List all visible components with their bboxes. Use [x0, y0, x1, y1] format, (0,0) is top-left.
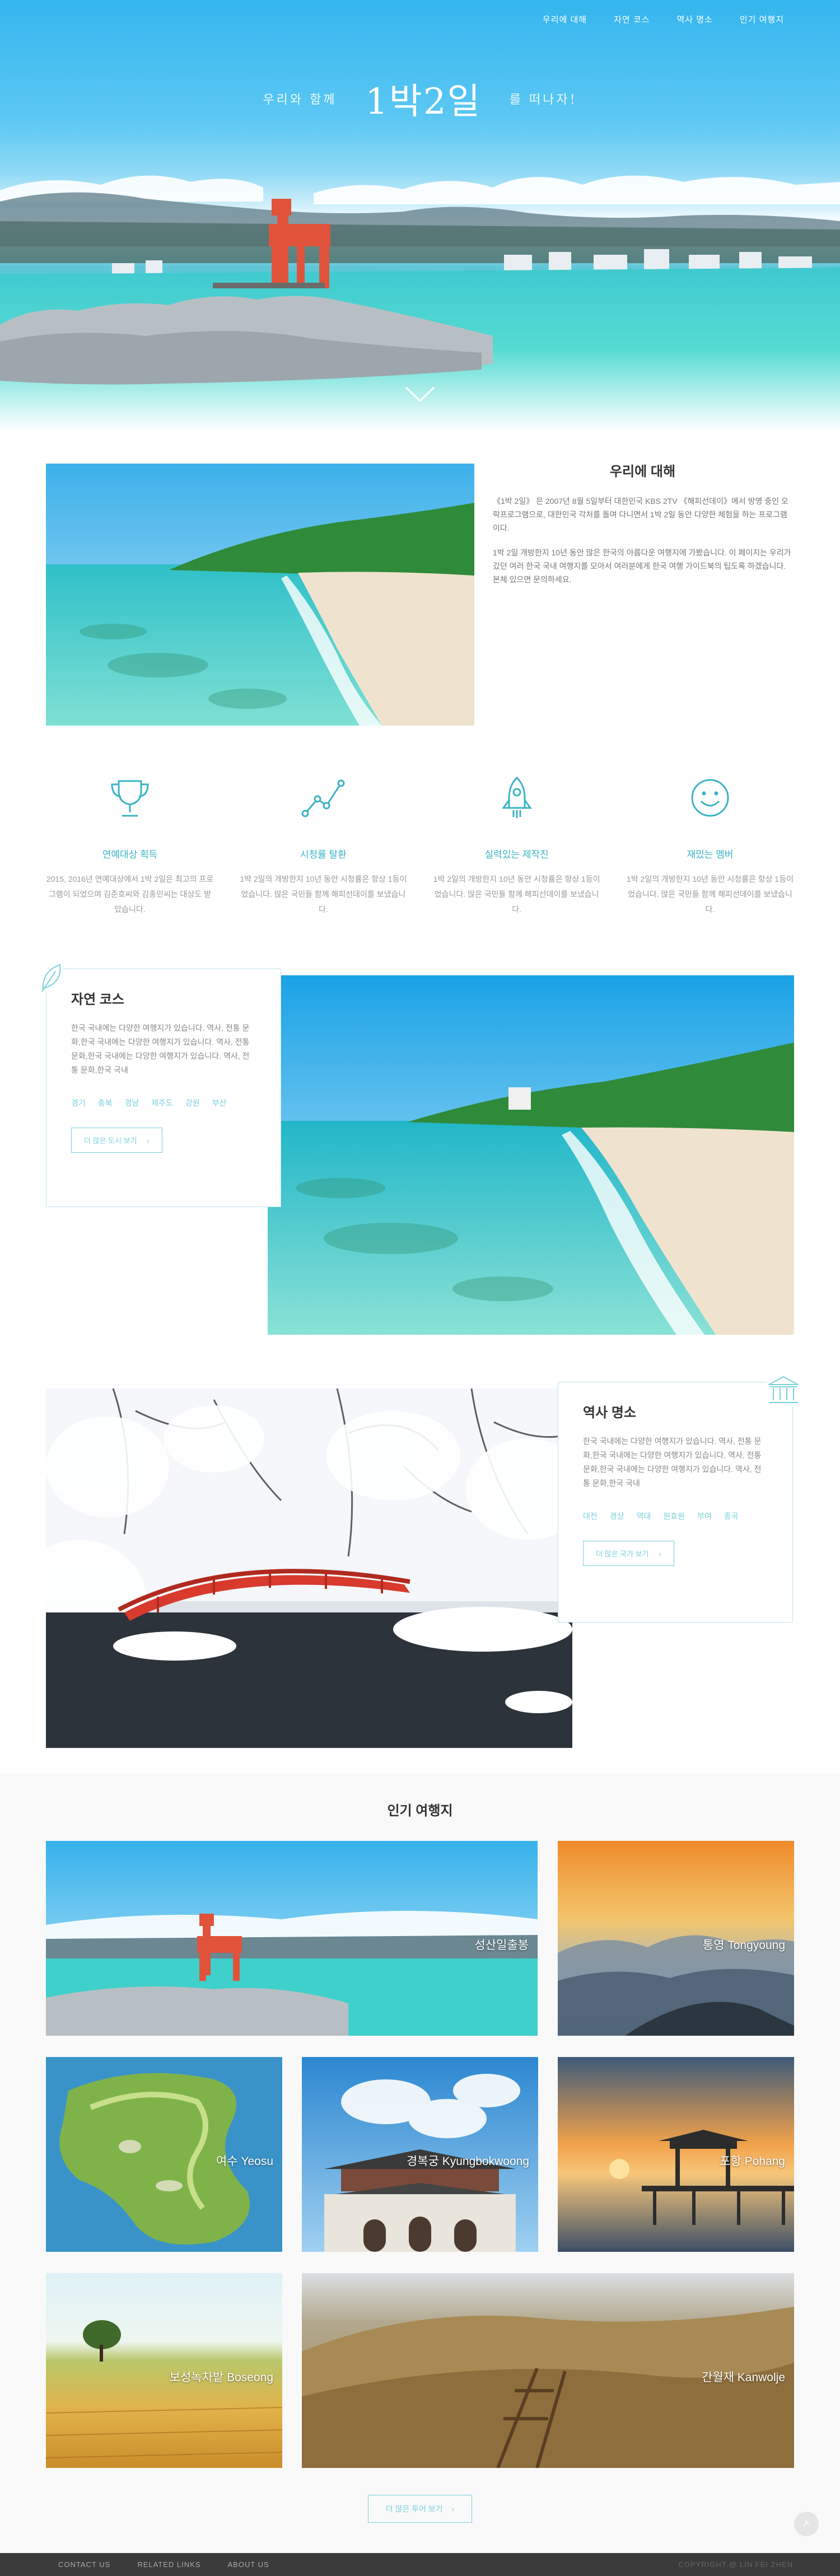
feature-desc: 2015, 2016년 연예대상에서 1박 2일은 최고의 프로그램이 되었으며… [46, 875, 214, 914]
tile-label: 경복궁 Kyungbokwoong [406, 2155, 529, 2168]
feature-award: 연예대상 획득 2015, 2016년 연예대상에서 1박 2일은 최고의 프로… [46, 773, 214, 917]
smiley-icon [691, 779, 729, 817]
feature-desc: 1박 2일의 개방한지 10년 동안 시청률은 항상 1등이었습니다. 많은 국… [433, 875, 600, 914]
hero-pre-text: 우리와 함께 [263, 93, 337, 107]
temple-columns-icon [767, 1375, 800, 1406]
more-cities-button[interactable]: 더 많은 도시 보기 › [71, 1128, 162, 1153]
nature-course-card: 자연 코스 한국 국내에는 다양한 여행지가 있습니다. 역사, 전통 문화,한… [39, 961, 281, 1207]
tag-link[interactable]: 제주도 [151, 1097, 173, 1109]
hero-landscape-image [0, 175, 840, 431]
tile-tongyoung[interactable]: 통영 Tongyoung [558, 1841, 794, 2036]
tag-link[interactable]: 경상 [610, 1511, 624, 1522]
nav-popular[interactable]: 인기 여행지 [740, 13, 784, 25]
about-paragraph-1: 《1박 2일》 은 2007년 8월 5일부터 대한민국 KBS 2TV 《해피… [493, 497, 788, 532]
feature-title: 시청률 탈환 [300, 849, 347, 860]
back-to-top-button[interactable]: ˄ [794, 2512, 819, 2536]
tile-seongsan[interactable]: 성산일출봉 [46, 1841, 538, 2036]
chevron-right-icon: › [659, 1550, 661, 1558]
feature-title: 실력있는 제작진 [484, 849, 549, 860]
tile-label: 보성녹차밭 Boseong [169, 2371, 273, 2384]
history-snow-bridge-photo [46, 1388, 572, 1748]
tag-link[interactable]: 경남 [125, 1097, 139, 1109]
about-paragraph-2: 1박 2일 개방한지 10년 동안 많은 한국의 아름다운 여행지에 가봤습니다… [493, 548, 791, 584]
history-desc: 한국 국내에는 다양한 여행지가 있습니다. 역사, 전통 문화,한국 국내에는… [583, 1437, 762, 1488]
tile-pohang[interactable]: 포항 Pohang [558, 2057, 794, 2252]
tile-label: 통영 Tongyoung [702, 1939, 785, 1952]
tag-link[interactable]: 경기 [71, 1097, 86, 1109]
tag-link[interactable]: 종곡 [724, 1511, 739, 1522]
tile-boseong[interactable]: 보성녹차밭 Boseong [46, 2273, 282, 2468]
trophy-icon [111, 780, 149, 817]
chevron-up-icon: ˄ [803, 2518, 810, 2530]
nature-tags: 경기 충북 경남 제주도 강원 부산 [71, 1097, 256, 1109]
tag-link[interactable]: 충북 [98, 1097, 113, 1109]
tile-yeosu[interactable]: 여수 Yeosu [46, 2057, 282, 2252]
hero-main-title: 1박2일 [365, 81, 482, 123]
tile-label: 포항 Pohang [720, 2155, 785, 2168]
nature-desc: 한국 국내에는 다양한 여행지가 있습니다. 역사, 전통 문화,한국 국내에는… [71, 1023, 250, 1074]
scroll-down-chevron-icon[interactable] [405, 386, 435, 403]
nav-about[interactable]: 우리에 대해 [543, 13, 587, 25]
tile-gyeongbokgung[interactable]: 경복궁 Kyungbokwoong [302, 2057, 538, 2252]
tile-label: 여수 Yeosu [216, 2155, 273, 2168]
tile-label: 성산일출봉 [474, 1939, 529, 1952]
tag-link[interactable]: 원효원 [663, 1511, 685, 1522]
tag-link[interactable]: 부산 [212, 1097, 227, 1109]
top-nav: 우리에 대해 자연 코스 역사 명소 인기 여행지 [543, 13, 784, 25]
hero-post-text: 를 떠나자! [509, 93, 577, 107]
feature-title: 연예대상 획득 [102, 849, 158, 860]
tag-link[interactable]: 역대 [637, 1511, 651, 1522]
more-countries-button[interactable]: 더 많은 국가 보기 › [583, 1541, 674, 1566]
chevron-right-icon: › [451, 2504, 455, 2513]
feature-members: 재밌는 멤버 1박 2일의 개방한지 10년 동안 시청률은 항상 1등이었습니… [626, 773, 794, 917]
rocket-icon [501, 776, 532, 818]
hero-section: 우리에 대해 자연 코스 역사 명소 인기 여행지 우리와 함께 1박2일 를 … [0, 0, 840, 431]
tag-link[interactable]: 부여 [697, 1511, 712, 1522]
feature-ratings: 시청률 탈환 1박 2일의 개방한지 10년 동안 시청률은 항상 1등이었습니… [239, 773, 407, 917]
feature-staff: 실력있는 제작진 1박 2일의 개방한지 10년 동안 시청률은 항상 1등이었… [433, 773, 601, 917]
more-tours-button[interactable]: 더 많은 투어 보기 › [368, 2495, 472, 2523]
feature-desc: 1박 2일의 개방한지 10년 동안 시청률은 항상 1등이었습니다. 많은 국… [240, 875, 407, 914]
chart-line-icon [301, 779, 345, 817]
about-beach-image [46, 464, 474, 726]
about-text-block: 우리에 대해 《1박 2일》 은 2007년 8월 5일부터 대한민국 KBS … [493, 460, 792, 597]
leaf-icon [39, 961, 63, 993]
features-row: 연예대상 획득 2015, 2016년 연예대상에서 1박 2일은 최고의 프로… [46, 773, 794, 917]
about-title: 우리에 대해 [609, 464, 676, 479]
footer-links: CONTACT US RELATED LINKS ABOUT US [58, 2560, 269, 2569]
nav-history[interactable]: 역사 명소 [676, 13, 712, 25]
history-course-card: 역사 명소 한국 국내에는 다양한 여행지가 있습니다. 역사, 전통 문화,한… [558, 1375, 800, 1623]
history-title: 역사 명소 [583, 1405, 636, 1420]
more-countries-label: 더 많은 국가 보기 [596, 1550, 649, 1558]
nature-beach-photo [268, 975, 794, 1335]
popular-title: 인기 여행지 [387, 1803, 453, 1818]
tile-label: 간월재 Kanwolje [701, 2371, 785, 2384]
feature-title: 재밌는 멤버 [687, 849, 734, 860]
hero-title: 우리와 함께 1박2일 를 떠나자! [0, 73, 840, 124]
chevron-right-icon: › [147, 1137, 150, 1145]
copyright-text: COPYRIGHT @ LIN FEI ZHEN [678, 2560, 793, 2569]
history-tags: 대전 경상 역대 원효원 부여 종곡 [583, 1511, 768, 1522]
feature-desc: 1박 2일의 개방한지 10년 동안 시청률은 항상 1등이었습니다. 많은 국… [626, 875, 794, 914]
nature-title: 자연 코스 [71, 992, 124, 1007]
footer: CONTACT US RELATED LINKS ABOUT US COPYRI… [0, 2553, 840, 2576]
footer-link-contact[interactable]: CONTACT US [58, 2560, 110, 2569]
footer-link-related[interactable]: RELATED LINKS [137, 2560, 200, 2569]
tag-link[interactable]: 대전 [583, 1511, 598, 1522]
tag-link[interactable]: 강원 [185, 1097, 200, 1109]
more-tours-label: 더 많은 투어 보기 [385, 2504, 443, 2513]
nav-nature[interactable]: 자연 코스 [614, 13, 650, 25]
more-cities-label: 더 많은 도시 보기 [84, 1137, 137, 1145]
tile-kanwolje[interactable]: 간월재 Kanwolje [302, 2273, 794, 2468]
footer-link-about[interactable]: ABOUT US [228, 2560, 269, 2569]
